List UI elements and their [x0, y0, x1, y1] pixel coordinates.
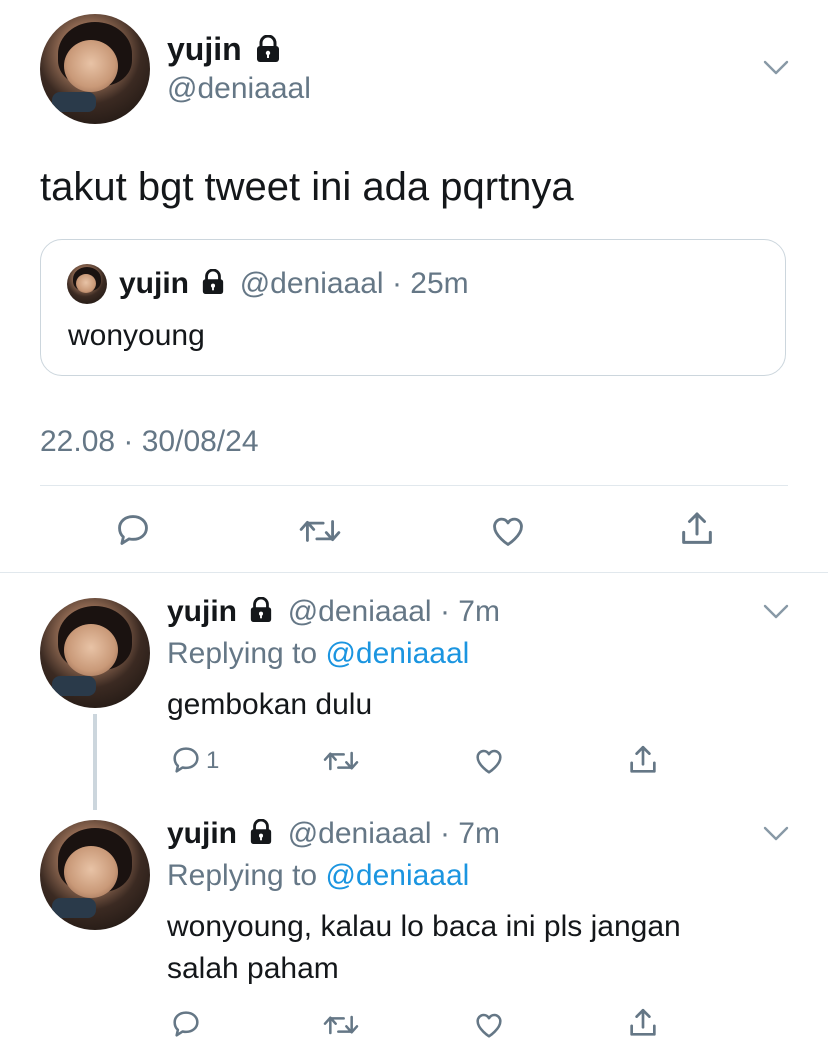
reply-time[interactable]: 7m	[458, 817, 500, 850]
avatar[interactable]	[40, 598, 150, 708]
author-name[interactable]: yujin	[167, 30, 281, 68]
replying-to-label: Replying to	[167, 859, 318, 892]
quote-author-handle: @deniaaal	[239, 267, 384, 300]
avatar[interactable]	[40, 14, 150, 124]
lock-icon	[251, 819, 272, 845]
avatar[interactable]	[40, 820, 150, 930]
thread-line	[93, 714, 97, 810]
reply-time[interactable]: 7m	[458, 595, 500, 628]
separator: ·	[391, 267, 402, 300]
reply-header: yujin @deniaaal · 7m	[167, 816, 500, 852]
quote-tweet-card[interactable]: yujin @deniaaal · 25m wonyoung	[40, 239, 786, 376]
lock-icon	[251, 597, 272, 623]
divider	[40, 485, 788, 486]
section-divider	[0, 572, 828, 573]
lock-icon	[256, 34, 279, 62]
replying-to-link[interactable]: @deniaaal	[325, 859, 469, 892]
chevron-down-icon[interactable]	[763, 60, 789, 76]
author-name-text: yujin	[167, 31, 242, 67]
quote-author-name: yujin	[119, 267, 190, 300]
separator: ·	[439, 595, 450, 628]
replying-to-line: Replying to @deniaaal	[167, 636, 469, 672]
retweet-icon[interactable]	[322, 1009, 360, 1041]
reply-text: gembokan dulu	[167, 688, 373, 721]
quote-avatar	[67, 264, 107, 304]
replying-to-link[interactable]: @deniaaal	[325, 637, 469, 670]
reply-count: 1	[206, 747, 220, 774]
share-icon[interactable]	[626, 743, 660, 777]
reply-header: yujin @deniaaal · 7m	[167, 594, 500, 630]
quote-time: 25m	[410, 267, 469, 300]
author-handle[interactable]: @deniaaal	[167, 72, 311, 106]
separator: ·	[439, 817, 450, 850]
reply-author-name[interactable]: yujin	[167, 817, 237, 850]
reply-text-line-2: salah paham	[167, 952, 339, 985]
replying-to-label: Replying to	[167, 637, 318, 670]
heart-icon[interactable]	[472, 745, 506, 777]
heart-icon[interactable]	[472, 1009, 506, 1041]
retweet-icon[interactable]	[322, 745, 360, 777]
retweet-icon[interactable]	[298, 512, 342, 550]
reply-icon[interactable]	[170, 744, 202, 776]
reply-icon[interactable]	[170, 1008, 202, 1040]
share-icon[interactable]	[677, 509, 717, 549]
reply-text-line-1: wonyoung, kalau lo baca ini pls jangan	[167, 910, 681, 943]
tweet-timestamp[interactable]: 22.08 · 30/08/24	[40, 424, 259, 460]
reply-author-handle[interactable]: @deniaaal	[288, 595, 432, 628]
lock-icon	[203, 269, 224, 295]
share-icon[interactable]	[626, 1006, 660, 1040]
reply-author-name[interactable]: yujin	[167, 595, 237, 628]
reply-author-handle[interactable]: @deniaaal	[288, 817, 432, 850]
chevron-down-icon[interactable]	[763, 604, 789, 620]
reply-icon[interactable]	[114, 511, 152, 549]
chevron-down-icon[interactable]	[763, 826, 789, 842]
replying-to-line: Replying to @deniaaal	[167, 858, 469, 894]
quote-text: wonyoung	[68, 319, 205, 352]
heart-icon[interactable]	[488, 512, 528, 550]
tweet-text: takut bgt tweet ini ada pqrtnya	[40, 165, 574, 209]
